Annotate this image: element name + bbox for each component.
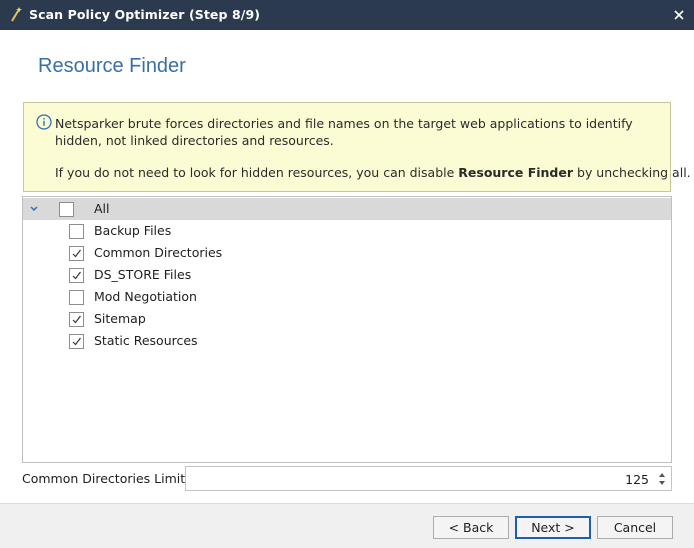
wand-icon	[11, 7, 22, 22]
tree-row[interactable]: DS_STORE Files	[23, 264, 671, 286]
common-directories-limit-input[interactable]: 125	[185, 466, 672, 491]
check-icon	[72, 271, 81, 280]
all-checkbox[interactable]	[59, 202, 74, 217]
cancel-button[interactable]: Cancel	[597, 516, 673, 539]
common-directories-limit-label: Common Directories Limit	[22, 471, 186, 486]
tree-row[interactable]: Common Directories	[23, 242, 671, 264]
tree-item-label: Common Directories	[94, 245, 223, 260]
resource-tree: All Backup Files Common Directories DS_S…	[22, 196, 672, 463]
tree-row-all[interactable]: All	[23, 198, 671, 220]
close-icon	[674, 10, 684, 20]
tree-row[interactable]: Mod Negotiation	[23, 286, 671, 308]
info-hint-suffix: by unchecking all.	[573, 165, 691, 180]
info-hint-prefix: If you do not need to look for hidden re…	[55, 165, 459, 180]
check-icon	[72, 315, 81, 324]
all-label: All	[94, 201, 110, 216]
tree-item-label: Sitemap	[94, 311, 146, 326]
chevron-down-icon[interactable]	[29, 204, 39, 214]
info-hint: If you do not need to look for hidden re…	[55, 165, 691, 180]
check-icon	[72, 337, 81, 346]
page-title: Resource Finder	[38, 55, 186, 77]
info-description: Netsparker brute forces directories and …	[55, 116, 633, 148]
close-button[interactable]	[664, 0, 694, 30]
tree-item-label: Backup Files	[94, 223, 172, 238]
back-button[interactable]: < Back	[433, 516, 509, 539]
window-title: Scan Policy Optimizer (Step 8/9)	[29, 7, 261, 22]
static-resources-checkbox[interactable]	[69, 334, 84, 349]
sitemap-checkbox[interactable]	[69, 312, 84, 327]
common-directories-checkbox[interactable]	[69, 246, 84, 261]
tree-item-label: Mod Negotiation	[94, 289, 197, 304]
tree-row[interactable]: Static Resources	[23, 330, 671, 352]
dialog-footer: < Back Next > Cancel	[0, 503, 694, 548]
tree-row[interactable]: Backup Files	[23, 220, 671, 242]
tree-item-label: Static Resources	[94, 333, 198, 348]
ds-store-files-checkbox[interactable]	[69, 268, 84, 283]
spinner-arrows-icon[interactable]	[657, 470, 667, 488]
tree-row[interactable]: Sitemap	[23, 308, 671, 330]
info-hint-bold: Resource Finder	[458, 165, 574, 180]
info-panel: Netsparker brute forces directories and …	[23, 102, 691, 192]
tree-item-label: DS_STORE Files	[94, 267, 192, 282]
title-bar: Scan Policy Optimizer (Step 8/9)	[0, 0, 694, 30]
mod-negotiation-checkbox[interactable]	[69, 290, 84, 305]
limit-value[interactable]: 125	[625, 472, 649, 487]
backup-files-checkbox[interactable]	[69, 224, 84, 239]
info-icon	[36, 114, 52, 130]
next-button[interactable]: Next >	[515, 516, 591, 539]
check-icon	[72, 249, 81, 258]
